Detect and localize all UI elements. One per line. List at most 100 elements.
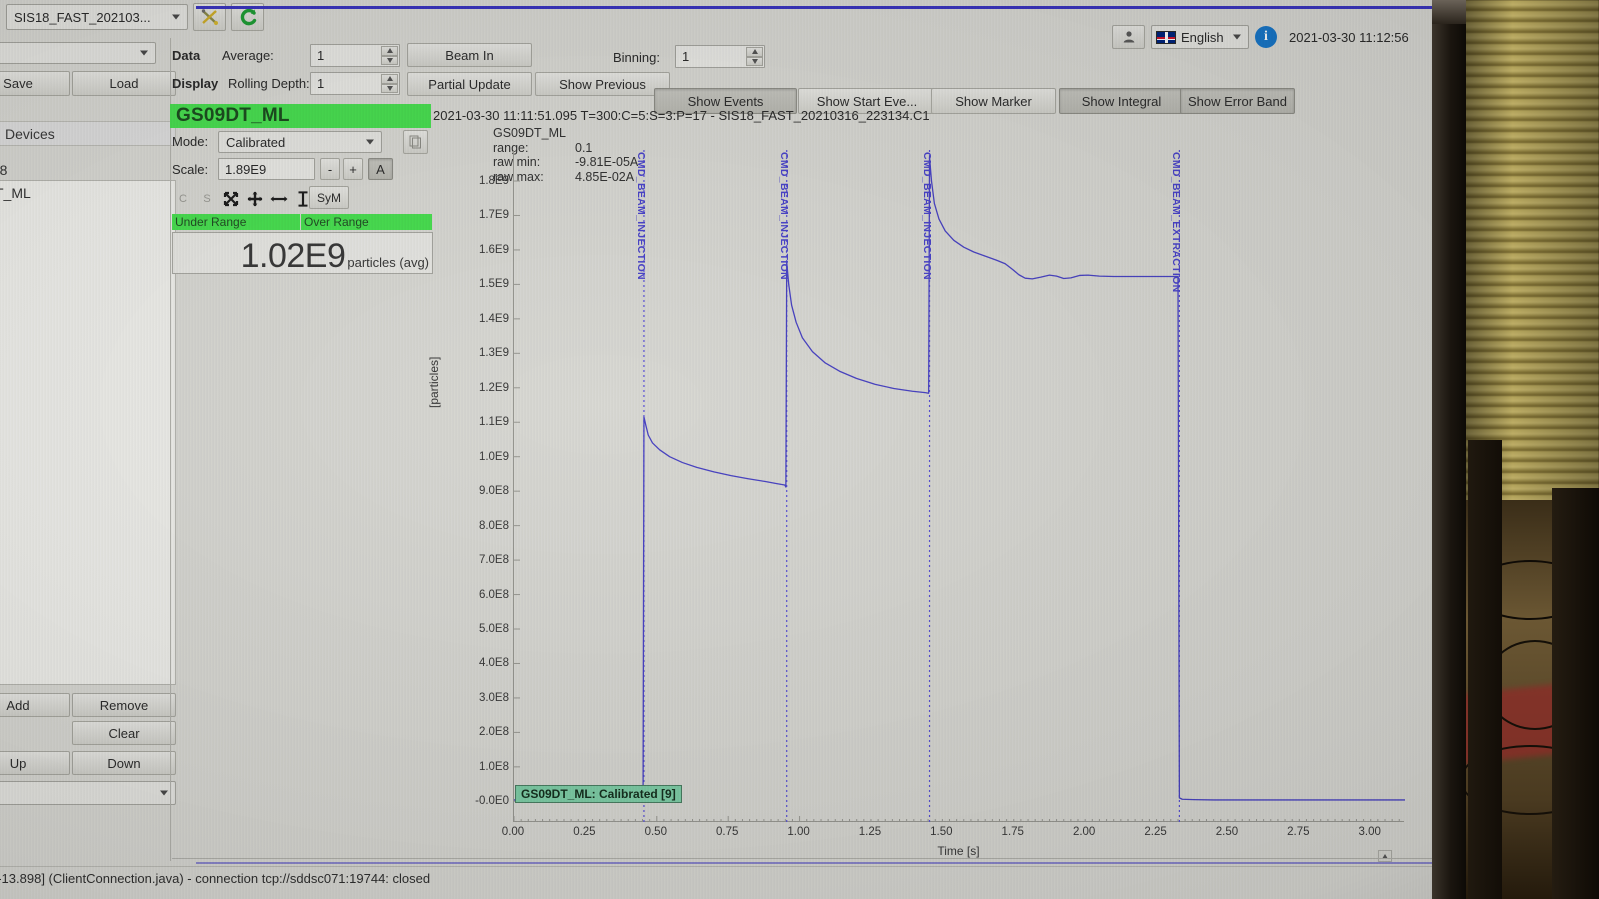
data-display-toolbar: Data Average: 1 Display Rolling Depth: 1… [170,40,1432,114]
y-tick-label: 3.0E8 [478,691,509,704]
left-sidebar: Save Load Devices mber: 8 T_ML Add Remov… [0,38,176,861]
fit-both-icon[interactable] [220,189,242,209]
list-item[interactable]: T_ML [0,185,175,201]
add-button[interactable]: Add [0,693,70,717]
remove-button[interactable]: Remove [72,693,176,717]
binning-value: 1 [682,49,690,64]
sidebar-bottom-combo[interactable]: rt... [0,781,176,805]
y-tick-label: 7.0E8 [478,554,509,567]
config-selector-combo[interactable]: SIS18_FAST_202103... [6,4,188,30]
fit-horizontal-icon[interactable] [268,189,290,209]
binning-input[interactable]: 1 [675,45,765,68]
s-toggle-icon[interactable]: S [196,189,218,209]
x-tick-label: 2.50 [1215,826,1239,838]
spinner-up[interactable] [746,47,763,57]
up-button[interactable]: Up [0,751,70,775]
load-button[interactable]: Load [72,71,176,96]
device-control-panel: GS09DT_ML Mode: Calibrated Scale: 1.89E9… [170,104,433,279]
devices-section-header: Devices [0,121,176,146]
chevron-down-icon [366,139,374,145]
move-icon[interactable] [244,189,266,209]
x-tick-label: 2.75 [1287,826,1310,838]
monitor-back-left [1468,440,1502,899]
event-marker-label: CMD_BEAM_INJECTION [777,152,790,280]
rolling-depth-label: Rolling Depth: [228,76,310,91]
binning-spinner[interactable] [746,47,763,66]
measurement-value: 1.02E9 [240,237,346,275]
spinner-up[interactable] [381,74,398,84]
device-list[interactable]: T_ML [0,180,176,685]
chevron-down-icon [140,50,148,56]
x-axis-ticks: 0.00 0.25 0.50 0.75 1.00 1.25 1.50 1.75 2.00 2.25… [502,826,1404,842]
average-spinner[interactable] [381,46,398,65]
event-marker-label: CMD_BEAM_INJECTION [920,152,933,280]
x-tick-label: 2.25 [1144,826,1167,838]
y-tick-label: 5.0E8 [478,623,509,635]
y-tick-label: 1.0E9 [478,450,509,463]
x-tick-label: 1.00 [787,826,810,838]
average-label: Average: [222,48,274,63]
chevron-down-icon [172,14,180,20]
scale-increase-button[interactable]: + [343,158,363,180]
y-tick-label: 4.0E8 [478,657,509,670]
scale-decrease-button[interactable]: - [320,158,340,180]
copy-button[interactable] [403,130,428,154]
spinner-down[interactable] [381,83,398,93]
device-title: GS09DT_ML [170,104,431,128]
sym-button[interactable]: SyM [309,186,349,209]
x-tick-label: 1.25 [858,826,882,838]
mode-label: Mode: [172,134,209,149]
average-input[interactable]: 1 [310,44,400,67]
scroll-up-button[interactable] [1378,850,1392,862]
monitor-bezel [1432,0,1466,899]
y-tick-label: 1.7E9 [478,209,509,222]
sidebar-top-combo[interactable] [0,42,156,64]
rolling-depth-spinner[interactable] [381,74,398,93]
monitor-bezel-highlight [1432,0,1466,24]
y-tick-label: 6.0E8 [478,588,509,601]
x-axis-label: Time [s] [937,844,980,858]
copy-icon [409,135,421,149]
x-tick-label: 0.25 [573,826,596,838]
scale-label: Scale: [172,162,209,177]
y-tick-label: 1.2E9 [478,381,509,394]
spinner-down[interactable] [381,55,398,65]
show-previous-button[interactable]: Show Previous [535,72,670,96]
down-button[interactable]: Down [72,751,176,775]
window-accent-line [196,6,1432,9]
event-marker-label: CMD_BEAM_INJECTION [634,152,647,280]
rolling-depth-input[interactable]: 1 [310,72,400,95]
x-tick-label: 0.50 [644,826,667,838]
status-accent-line [196,862,1432,864]
average-value: 1 [317,48,325,63]
chart-panel: 2021-03-30 11:11:51.095 T=300:C=5:S=3:P=… [427,108,1432,858]
y-tick-label: 1.5E9 [478,278,509,291]
spinner-up[interactable] [381,46,398,56]
chart-info-device: GS09DT_ML [493,126,566,140]
plot-svg [514,150,1405,822]
y-tick-label: 8.0E8 [478,519,509,532]
mode-selector[interactable]: Calibrated [218,131,382,153]
refresh-icon [240,8,256,26]
status-message: 9-13.898] (ClientConnection.java) - conn… [0,871,431,886]
c-toggle-icon[interactable]: C [172,189,194,209]
x-tick-label: 0.75 [715,826,739,838]
x-tick-label: 0.00 [501,826,525,838]
x-tick-label: 2.00 [1072,826,1096,838]
spinner-down[interactable] [746,56,763,66]
scale-auto-button[interactable]: A [368,158,393,180]
scale-value: 1.89E9 [225,161,267,177]
y-tick-label: 1.3E9 [478,347,509,360]
clear-button[interactable]: Clear [72,721,176,745]
event-marker-label: CMD_BEAM_EXTRACTION [1170,152,1183,293]
partial-update-button[interactable]: Partial Update [407,72,532,96]
x-tick-label: 3.00 [1358,826,1381,838]
beam-in-button[interactable]: Beam In [407,43,532,67]
rolling-depth-value: 1 [317,76,325,91]
scale-input[interactable]: 1.89E9 [218,158,315,180]
tools-icon [201,9,218,25]
mode-value: Calibrated [226,134,286,150]
save-button[interactable]: Save [0,71,70,96]
chart-legend[interactable]: GS09DT_ML: Calibrated [9] [515,785,682,803]
device-number-label: mber: 8 [0,162,8,178]
